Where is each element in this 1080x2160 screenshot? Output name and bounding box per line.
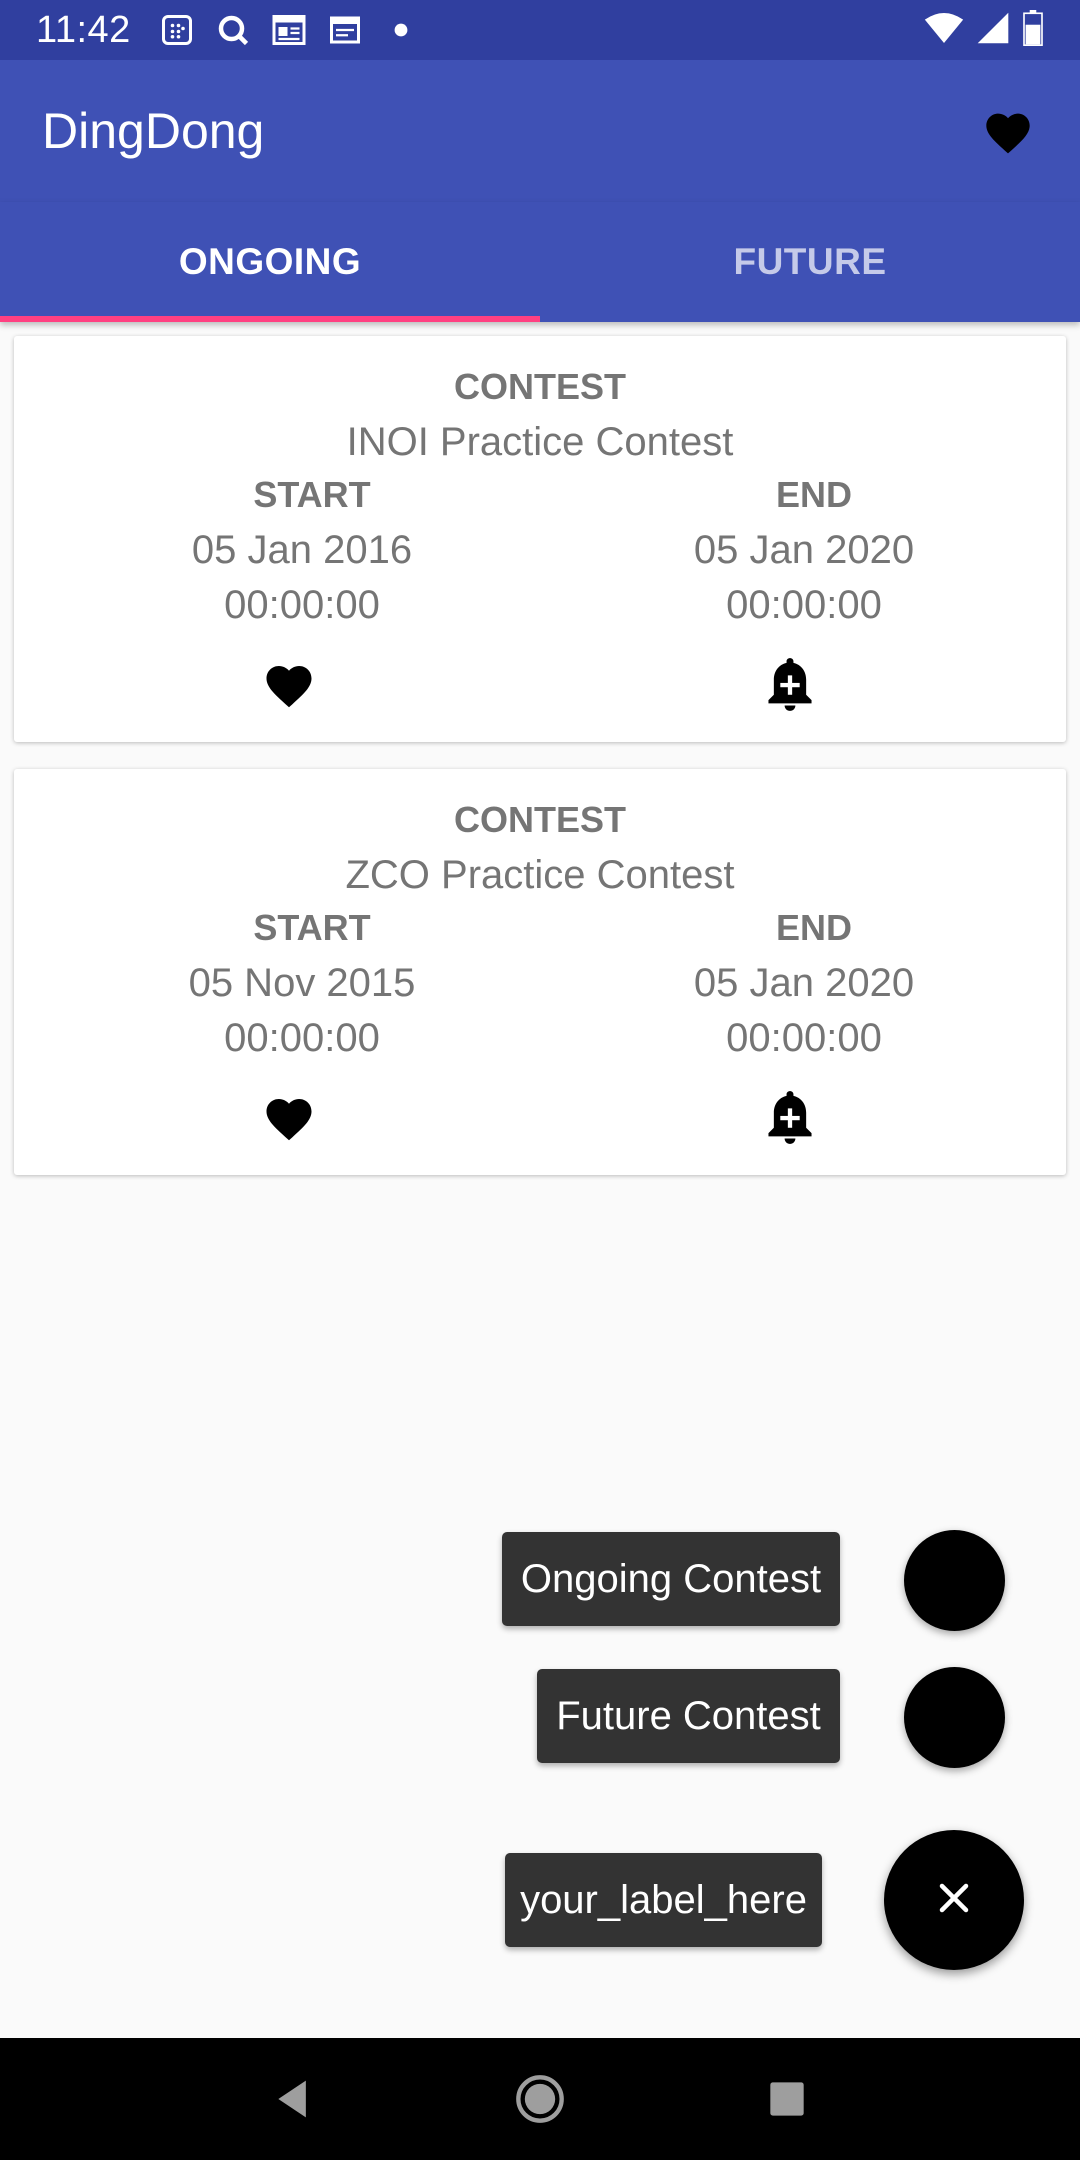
main-fab-button[interactable] [884,1830,1024,1970]
end-date: 05 Jan 2020 [693,528,915,572]
main-fab-label[interactable]: your_label_here [505,1853,822,1947]
contest-label: CONTEST [453,366,626,407]
end-column: END 05 Jan 2020 00:00:00 [604,907,1004,1061]
contest-name: ZCO Practice Contest [345,853,735,897]
end-label: END [775,474,852,515]
system-icons [924,9,1044,51]
tab-bar: ONGOING FUTURE [0,202,1080,322]
status-time: 11:42 [36,8,131,51]
start-column: START 05 Nov 2015 00:00:00 [102,907,502,1061]
dot-icon [381,10,421,50]
calendar-icon [325,10,365,50]
end-time: 00:00:00 [726,583,882,627]
contest-name: INOI Practice Contest [346,420,734,464]
start-label: START [253,474,371,515]
contest-card[interactable]: CONTEST ZCO Practice Contest START 05 No… [14,769,1066,1175]
start-label: START [253,907,371,948]
start-date: 05 Jan 2016 [191,528,413,572]
contest-label: CONTEST [453,799,626,840]
recents-icon[interactable] [747,2059,827,2139]
favorite-heart-icon[interactable] [259,654,319,714]
favorite-heart-icon[interactable] [259,1087,319,1147]
home-icon[interactable] [500,2059,580,2139]
contest-card[interactable]: CONTEST INOI Practice Contest START 05 J… [14,336,1066,742]
end-label: END [775,907,852,948]
newspaper-icon [269,10,309,50]
notification-icons [157,10,421,50]
start-date: 05 Nov 2015 [188,961,416,1005]
ongoing-contest-fab[interactable] [904,1530,1005,1631]
status-bar: 11:42 [0,0,1080,60]
app-title: DingDong [42,103,265,159]
end-time: 00:00:00 [726,1016,882,1060]
screen: 11:42 DingDong ONGOING FUTURE CONTEST IN… [0,0,1080,2160]
add-alarm-bell-icon[interactable] [760,1087,820,1147]
calculator-icon [157,10,197,50]
future-contest-fab-label[interactable]: Future Contest [537,1669,840,1763]
ongoing-contest-fab-label[interactable]: Ongoing Contest [502,1532,840,1626]
end-column: END 05 Jan 2020 00:00:00 [604,474,1004,628]
tab-ongoing[interactable]: ONGOING [0,202,540,322]
back-icon[interactable] [253,2059,333,2139]
navigation-bar [0,2038,1080,2160]
start-column: START 05 Jan 2016 00:00:00 [102,474,502,628]
wifi-icon [924,11,964,50]
add-alarm-bell-icon[interactable] [760,654,820,714]
end-date: 05 Jan 2020 [693,961,915,1005]
battery-icon [1022,9,1044,51]
start-time: 00:00:00 [224,583,380,627]
heart-icon[interactable] [978,101,1038,161]
future-contest-fab[interactable] [904,1667,1005,1768]
q-icon [213,10,253,50]
start-time: 00:00:00 [224,1016,380,1060]
close-icon [936,1880,972,1921]
app-bar: DingDong [0,60,1080,202]
tab-future[interactable]: FUTURE [540,202,1080,322]
signal-icon [976,11,1010,50]
